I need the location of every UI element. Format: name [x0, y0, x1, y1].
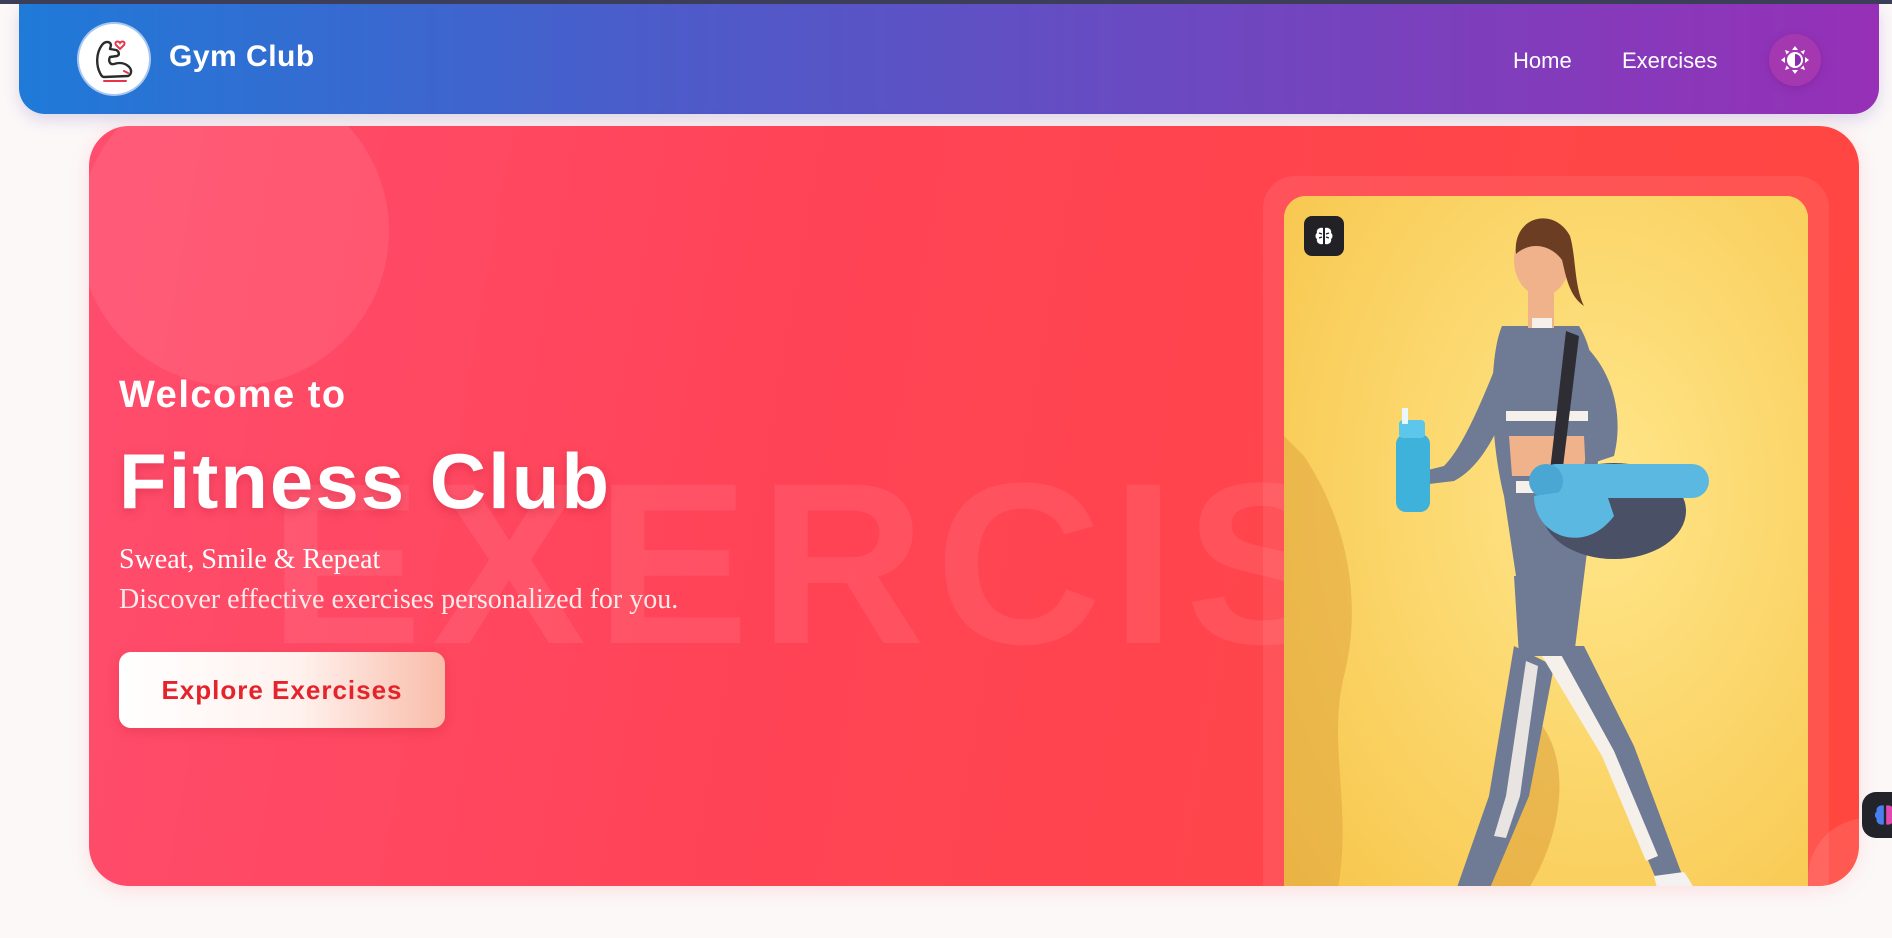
image-badge[interactable]	[1304, 216, 1344, 256]
theme-toggle-button[interactable]	[1769, 34, 1821, 86]
hero-image	[1284, 196, 1808, 886]
hero-title: Fitness Club	[119, 437, 612, 525]
navbar: Gym Club Home Exercises	[19, 4, 1879, 114]
brain-icon	[1315, 227, 1333, 245]
floating-assistant-button[interactable]	[1862, 792, 1892, 838]
decorative-circle	[89, 126, 389, 386]
hero-welcome: Welcome to	[119, 374, 347, 416]
explore-exercises-button[interactable]: Explore Exercises	[119, 652, 445, 728]
brain-icon	[1874, 805, 1892, 825]
hero-tagline: Sweat, Smile & Repeat	[119, 544, 381, 575]
logo[interactable]	[79, 24, 149, 94]
hero-description: Discover effective exercises personalize…	[119, 584, 679, 615]
flexed-arm-icon	[96, 40, 133, 82]
sun-icon	[1781, 46, 1809, 74]
brand-name[interactable]: Gym Club	[169, 40, 315, 74]
woman-walking-with-gym-bag-icon	[1284, 196, 1808, 886]
nav-link-exercises[interactable]: Exercises	[1622, 48, 1717, 74]
hero-section: EXERCIS Welcome to Fitness Club Sweat, S…	[89, 126, 1859, 886]
nav-link-home[interactable]: Home	[1513, 48, 1572, 74]
